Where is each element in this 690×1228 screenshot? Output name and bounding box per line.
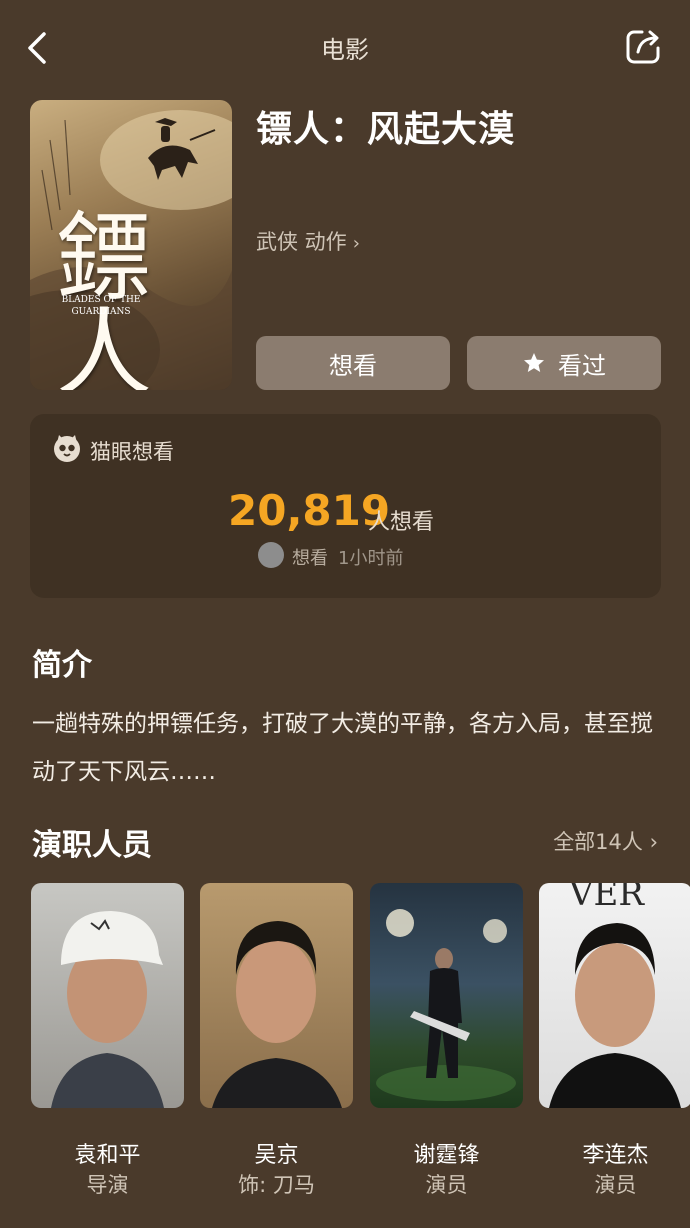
- genre-text: 武侠 动作: [256, 230, 347, 254]
- cast-card[interactable]: 袁和平 导演: [31, 883, 184, 1197]
- chevron-right-icon: ›: [352, 233, 360, 254]
- recent-action: 想看: [292, 548, 328, 569]
- cast-role: 饰: 刀马: [238, 1173, 315, 1197]
- want-button-label: 想看: [329, 351, 377, 380]
- want-count: 20,819: [228, 486, 391, 535]
- seen-button-label: 看过: [558, 351, 606, 380]
- cast-name: 李连杰: [582, 1143, 649, 1168]
- cast-role: 演员: [425, 1173, 468, 1197]
- cast-card[interactable]: VER 李连杰 演员: [539, 883, 690, 1197]
- want-count-unit: 人想看: [368, 510, 435, 535]
- cast-all-link[interactable]: 全部14人 ›: [553, 826, 658, 856]
- share-button[interactable]: [624, 26, 664, 66]
- cast-name: 谢霆锋: [413, 1143, 480, 1168]
- maoyan-cat-icon: [54, 435, 80, 462]
- movie-title: 镖人：风起大漠: [256, 109, 516, 150]
- recent-time: 1小时前: [338, 548, 404, 569]
- cast-card[interactable]: 谢霆锋 演员: [370, 883, 523, 1197]
- cast-card[interactable]: 吴京 饰: 刀马: [200, 883, 353, 1197]
- svg-text:VER: VER: [568, 883, 645, 914]
- cast-heading: 演职人员: [32, 828, 152, 863]
- cast-photo: [370, 883, 523, 1108]
- maoyan-want-label: 猫眼想看: [90, 440, 174, 464]
- intro-heading: 简介: [32, 648, 92, 683]
- want-to-watch-button[interactable]: 想看: [256, 336, 450, 390]
- page-title: 电影: [321, 36, 369, 64]
- intro-text: 一趟特殊的押镖任务，打破了大漠的平静，各方入局，甚至搅动了天下风云……: [32, 711, 653, 785]
- poster-subtitle: BLADES OF THE GUARDIANS: [61, 295, 141, 317]
- recent-user-avatar: [258, 542, 284, 568]
- cast-all-label: 全部14人: [553, 830, 643, 854]
- cast-name: 吴京: [254, 1143, 299, 1168]
- genre-link[interactable]: 武侠 动作 ›: [256, 226, 360, 256]
- cast-photo: [31, 883, 184, 1108]
- cast-name: 袁和平: [74, 1143, 141, 1168]
- cast-role: 演员: [594, 1173, 637, 1197]
- share-icon: [626, 30, 660, 64]
- star-icon: [524, 353, 544, 372]
- watched-button[interactable]: 看过: [467, 336, 661, 390]
- top-bar: 电影: [0, 0, 690, 96]
- want-count-card: 猫眼想看 20,819 人想看 想看 1小时前: [30, 414, 661, 598]
- recent-activity: 想看 1小时前: [292, 544, 403, 570]
- cast-role: 导演: [86, 1173, 129, 1197]
- cast-photo: [200, 883, 353, 1108]
- cast-photo: VER: [539, 883, 690, 1108]
- chevron-right-icon: ›: [642, 830, 658, 854]
- movie-poster[interactable]: 鏢人 BLADES OF THE GUARDIANS: [30, 100, 232, 390]
